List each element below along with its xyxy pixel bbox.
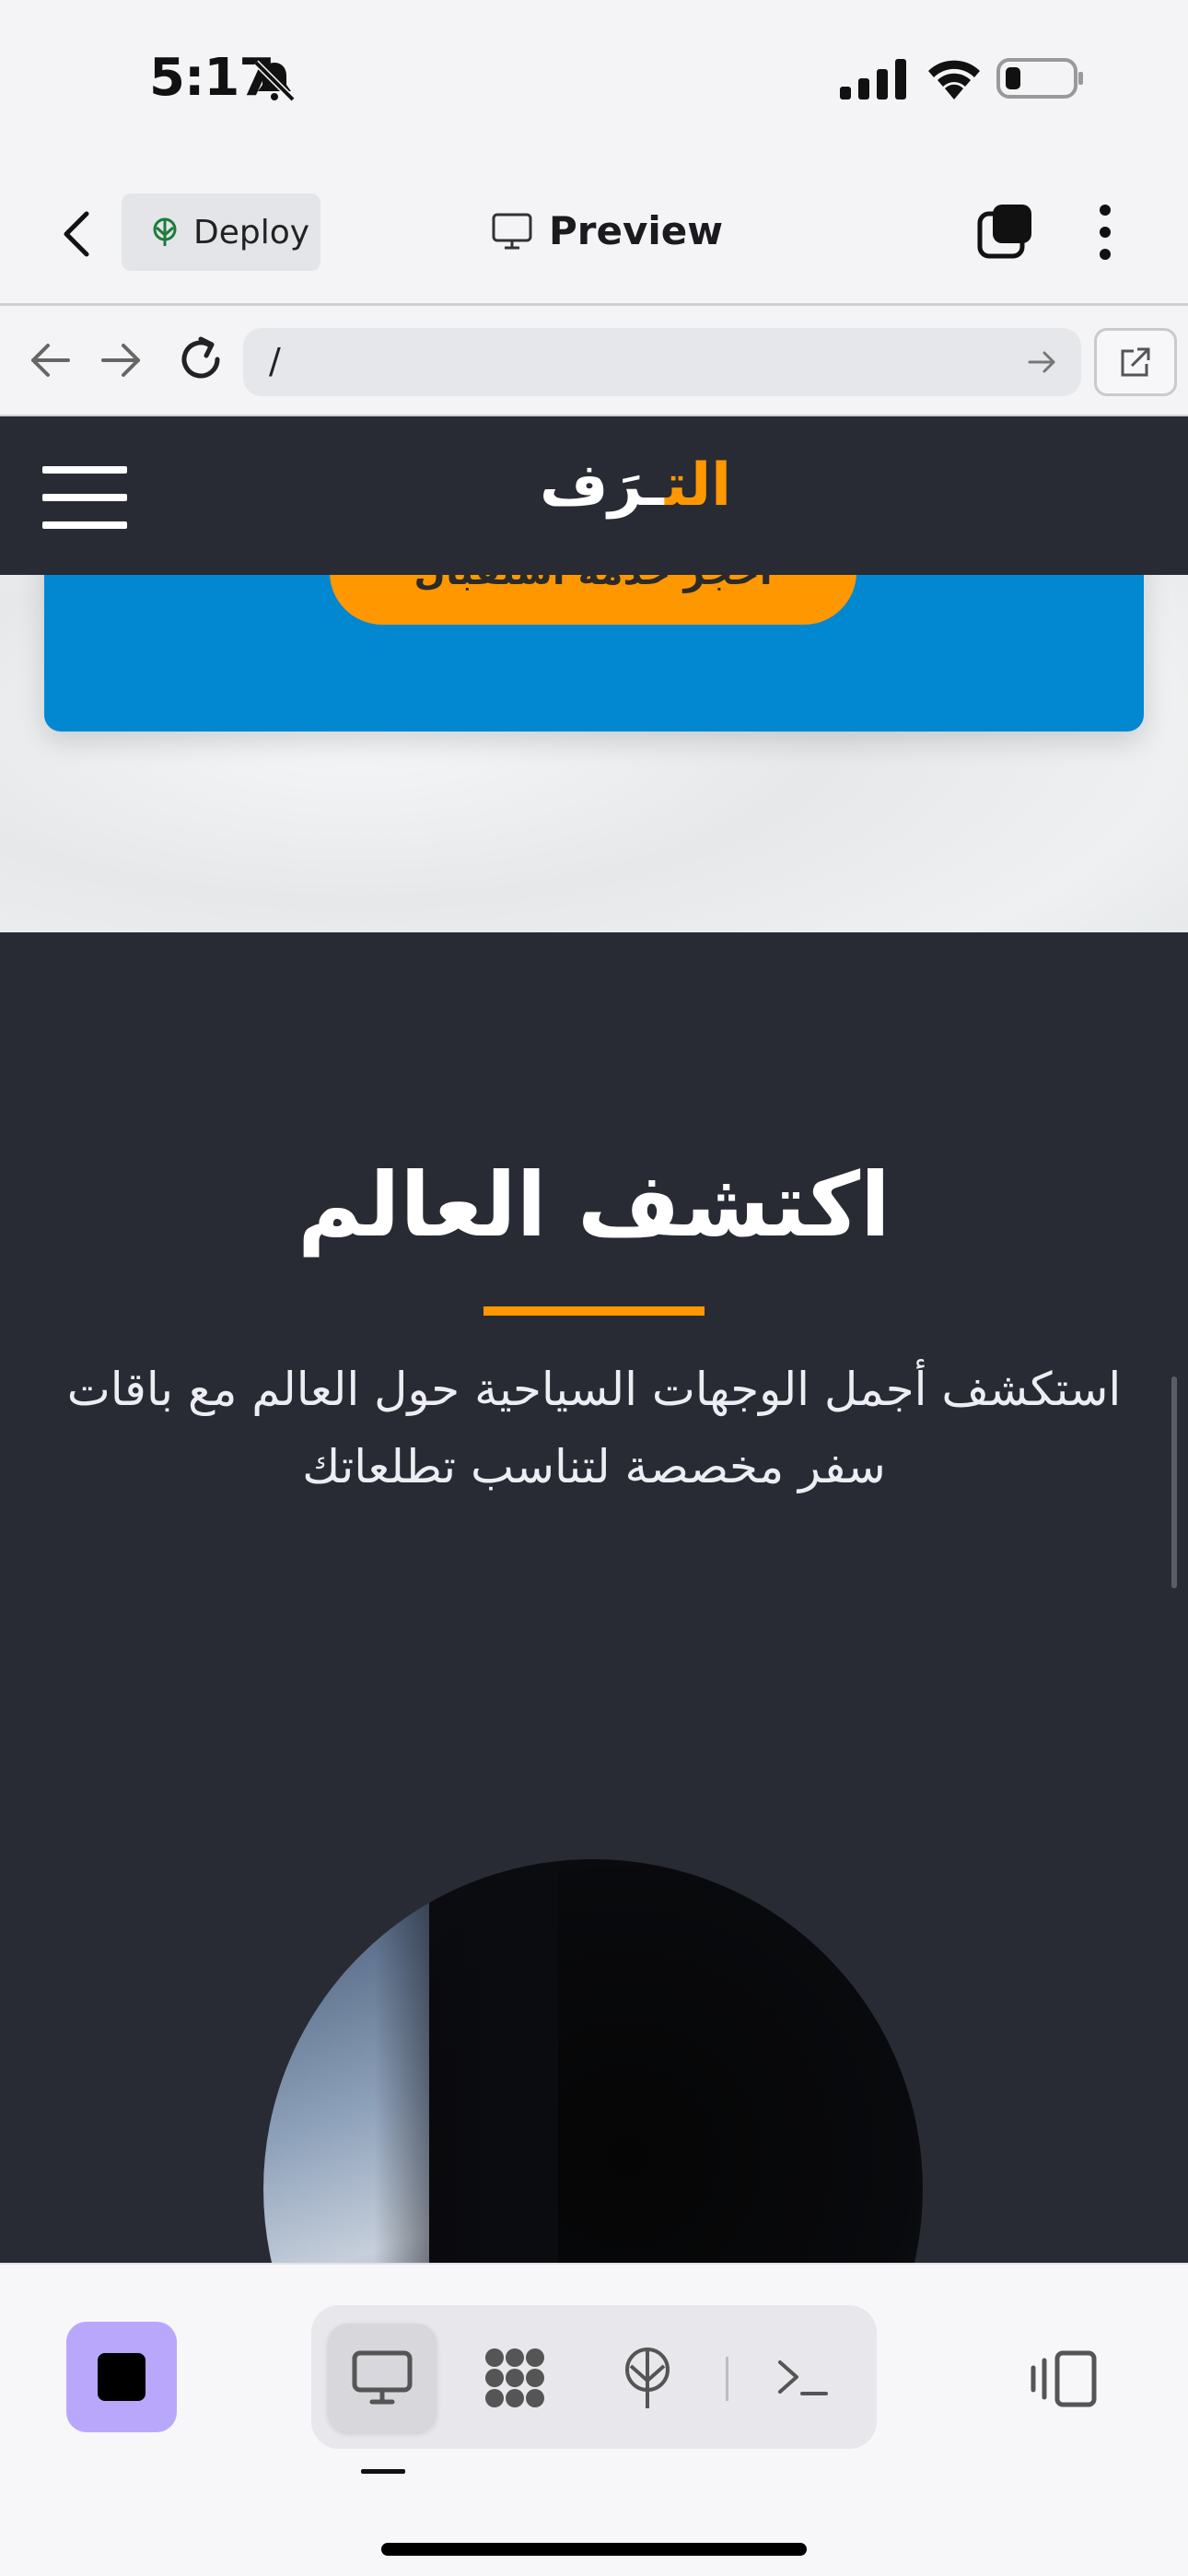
title-underline	[483, 1306, 705, 1316]
arrow-left-icon[interactable]	[26, 335, 76, 385]
discover-title: اكتشف العالم	[297, 1153, 891, 1257]
globe-image	[263, 1859, 923, 2263]
open-external-button[interactable]	[1094, 328, 1177, 396]
stop-icon	[98, 2353, 146, 2401]
site-logo[interactable]: التـرَف	[525, 451, 746, 525]
view-switcher	[311, 2305, 877, 2449]
deploy-label: Deploy	[193, 213, 310, 252]
preview-title[interactable]: Preview	[492, 208, 723, 253]
deploy-button[interactable]: Deploy	[122, 193, 320, 271]
tabs-icon[interactable]	[976, 203, 1035, 262]
url-input[interactable]: /	[243, 328, 1081, 396]
discover-description: استكشف أجمل الوجهات السياحية حول العالم …	[66, 1363, 1122, 1493]
kebab-icon[interactable]	[1092, 203, 1118, 262]
status-bar: 5:17	[0, 0, 1188, 162]
desktop-view-button[interactable]	[328, 2324, 437, 2432]
home-indicator	[381, 2543, 807, 2556]
separator	[726, 2357, 728, 2401]
terminal-button[interactable]	[748, 2324, 856, 2432]
external-link-icon	[1121, 347, 1150, 377]
wifi-icon	[928, 60, 980, 100]
url-bar: /	[0, 306, 1188, 416]
logo-part-white: ـرَف	[539, 451, 665, 520]
globe-tree-icon	[153, 217, 177, 246]
desktop-icon	[352, 2350, 413, 2405]
hamburger-icon[interactable]	[42, 466, 127, 529]
site-navbar: التـرَف	[0, 416, 1188, 575]
go-arrow-icon[interactable]	[1024, 345, 1059, 380]
url-text: /	[269, 341, 281, 381]
signal-icon	[840, 59, 906, 100]
bell-slash-icon	[253, 60, 296, 102]
monitor-icon	[492, 213, 532, 249]
deploy-icon	[625, 2348, 670, 2408]
preview-label: Preview	[549, 208, 724, 253]
battery-icon	[996, 58, 1083, 99]
discover-section: اكتشف العالم استكشف أجمل الوجهات السياحي…	[0, 932, 1188, 2263]
reload-icon[interactable]	[173, 332, 228, 387]
arrow-right-icon[interactable]	[96, 335, 146, 385]
active-indicator	[361, 2469, 405, 2474]
logo-part-orange: الت	[664, 451, 732, 520]
stop-button[interactable]	[66, 2322, 177, 2432]
scrollbar-thumb[interactable]	[1171, 1376, 1177, 1588]
web-viewport: احجز خدمة استقبال التـرَف اكتشف العالم ا…	[0, 416, 1188, 2263]
deploy-view-button[interactable]	[593, 2324, 702, 2432]
back-chevron-icon[interactable]	[55, 208, 101, 260]
grid-icon	[485, 2348, 544, 2407]
app-header: Deploy Preview	[0, 162, 1188, 306]
terminal-icon	[778, 2360, 828, 2395]
panel-toggle-icon[interactable]	[1030, 2349, 1100, 2408]
grid-view-button[interactable]	[460, 2324, 569, 2432]
bottom-toolbar	[0, 2263, 1188, 2576]
